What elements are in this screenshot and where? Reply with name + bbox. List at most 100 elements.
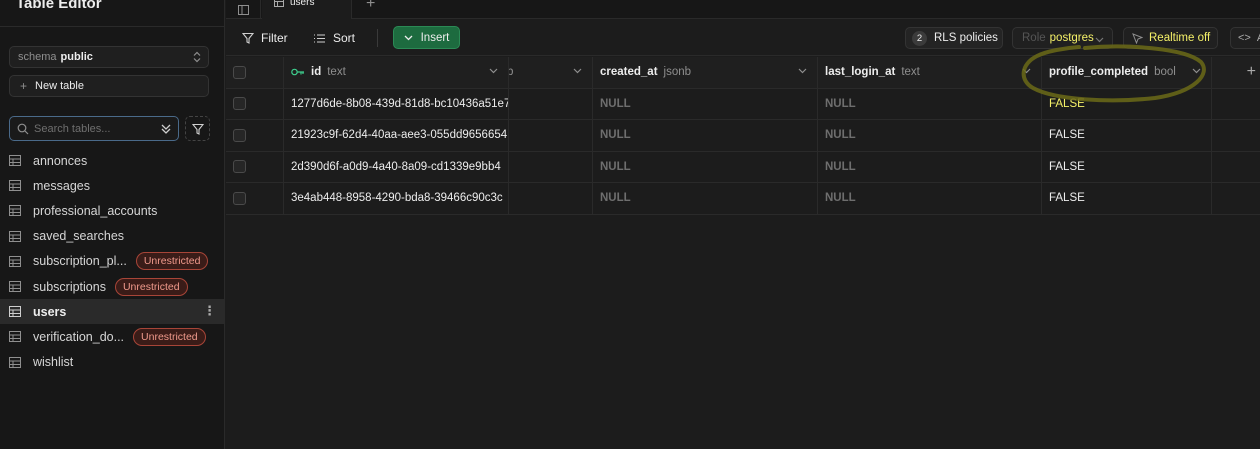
schema-select[interactable]: schema public <box>9 46 209 68</box>
plus-icon: + <box>20 79 28 93</box>
table-item-label: annonces <box>33 153 88 168</box>
cell-profile-completed[interactable]: FALSE <box>1042 183 1212 214</box>
empty-cell <box>1212 152 1260 183</box>
more-vertical-icon[interactable]: ⋮ <box>203 304 216 318</box>
cell-profile-completed[interactable]: FALSE <box>1042 120 1212 151</box>
row-checkbox[interactable] <box>233 160 246 174</box>
cell-id[interactable]: 1277d6de-8b08-439d-81d8-bc10436a51e7 <box>284 88 509 119</box>
table-row[interactable]: 21923c9f-62d4-40aa-aee3-055dd9656654 NUL… <box>226 120 1260 152</box>
column-type: text <box>901 66 920 79</box>
add-column-button[interactable]: + <box>1212 57 1260 88</box>
table-item-label: subscription_pl... <box>33 254 127 269</box>
plus-icon: + <box>1246 63 1256 81</box>
table-item-saved-searches[interactable]: saved_searches <box>0 224 225 249</box>
insert-button[interactable]: Insert <box>393 26 460 49</box>
table-item-label: subscriptions <box>33 279 106 294</box>
cell-created-at[interactable]: NULL <box>593 88 818 119</box>
table-row[interactable]: 2d390d6f-a0d9-4a40-8a09-cd1339e9bb4 NULL… <box>226 151 1260 183</box>
cell-last-login-at[interactable]: NULL <box>818 88 1042 119</box>
toolbar-divider <box>377 29 378 47</box>
chevron-down-icon[interactable] <box>573 68 582 74</box>
sort-label: Sort <box>333 31 356 45</box>
row-select-cell <box>226 151 284 182</box>
filter-icon <box>242 32 254 44</box>
tab-users[interactable]: users <box>262 0 352 19</box>
tab-users-label: users <box>290 0 315 8</box>
chevron-down-icon[interactable] <box>798 68 807 74</box>
table-item-verification-documents[interactable]: verification_do... Unrestricted <box>0 324 225 349</box>
code-icon: <> <box>1238 32 1251 44</box>
row-select-cell <box>226 88 284 119</box>
new-table-label: New table <box>35 80 84 92</box>
empty-cell <box>1212 183 1260 214</box>
column-type: b <box>509 66 513 78</box>
search-tables-input[interactable] <box>34 122 154 135</box>
cell-created-at[interactable]: NULL <box>593 151 818 182</box>
table-icon <box>9 230 21 242</box>
filter-button[interactable]: Filter <box>242 28 288 48</box>
column-header-hidden[interactable]: b <box>509 57 593 88</box>
cell-created-at[interactable]: NULL <box>593 183 818 214</box>
chevron-down-icon[interactable] <box>489 68 498 74</box>
cell-created-at[interactable]: NULL <box>593 120 818 151</box>
column-name: created_at <box>600 66 658 79</box>
table-item-users[interactable]: users ⋮ <box>0 299 225 325</box>
column-header-last-login-at[interactable]: last_login_at text <box>818 57 1042 88</box>
sort-button[interactable]: Sort <box>313 28 355 48</box>
highlight-annotation <box>1021 44 1206 103</box>
chevrons-down-icon[interactable] <box>160 122 172 136</box>
cell-hidden[interactable] <box>509 151 593 182</box>
table-item-label: users <box>33 304 67 319</box>
table-icon <box>9 255 21 267</box>
toggle-sidebar-button[interactable] <box>226 0 261 19</box>
tab-bar: users + <box>226 0 1260 19</box>
table-icon <box>9 280 21 292</box>
cell-profile-completed[interactable]: FALSE <box>1042 151 1212 182</box>
row-checkbox[interactable] <box>233 128 246 142</box>
table-item-subscription-plans[interactable]: subscription_pl... Unrestricted <box>0 249 225 274</box>
rls-policies-button[interactable]: 2 RLS policies <box>905 27 1003 49</box>
table-item-annonces[interactable]: annonces <box>0 148 225 173</box>
select-all-checkbox[interactable] <box>233 65 246 79</box>
cell-last-login-at[interactable]: NULL <box>818 183 1042 214</box>
table-row[interactable]: 3e4ab448-8958-4290-bda8-39466c90c3c NULL… <box>226 183 1260 215</box>
chevron-updown-icon <box>193 51 201 63</box>
api-button[interactable]: <> A <box>1230 27 1260 49</box>
cell-last-login-at[interactable]: NULL <box>818 120 1042 151</box>
table-icon <box>9 155 21 166</box>
cell-id[interactable]: 3e4ab448-8958-4290-bda8-39466c90c3c <box>284 183 509 214</box>
cell-hidden[interactable] <box>509 120 593 151</box>
cell-last-login-at[interactable]: NULL <box>818 151 1042 182</box>
sort-list-icon <box>314 33 325 43</box>
table-item-messages[interactable]: messages <box>0 173 225 198</box>
new-table-button[interactable]: + New table <box>9 75 209 97</box>
search-tables-box[interactable] <box>9 116 179 141</box>
cell-hidden[interactable] <box>509 183 593 214</box>
filter-icon <box>191 123 204 135</box>
table-item-wishlist[interactable]: wishlist <box>0 350 225 375</box>
rls-label: RLS policies <box>934 32 998 44</box>
table-icon <box>9 306 21 318</box>
cell-id[interactable]: 2d390d6f-a0d9-4a40-8a09-cd1339e9bb4 <box>284 151 509 182</box>
search-icon <box>17 123 29 135</box>
sidebar: Table Editor schema public + New table a… <box>0 0 225 449</box>
cell-hidden[interactable] <box>509 88 593 119</box>
divider <box>0 26 225 27</box>
unrestricted-badge: Unrestricted <box>114 277 188 296</box>
table-item-label: messages <box>33 178 90 193</box>
row-checkbox[interactable] <box>233 97 246 111</box>
table-icon <box>9 356 21 368</box>
column-header-created-at[interactable]: created_at jsonb <box>593 57 818 88</box>
unrestricted-badge: Unrestricted <box>133 327 206 346</box>
table-item-professional-accounts[interactable]: professional_accounts <box>0 198 225 223</box>
filter-tables-button[interactable] <box>185 116 210 141</box>
row-checkbox[interactable] <box>233 191 246 205</box>
table-item-label: wishlist <box>33 355 74 370</box>
add-tab-icon[interactable]: + <box>366 0 375 13</box>
cell-id[interactable]: 21923c9f-62d4-40aa-aee3-055dd9656654 <box>284 120 509 151</box>
row-select-cell <box>226 120 284 151</box>
primary-key-icon <box>291 68 304 76</box>
column-header-id[interactable]: id text <box>284 57 509 88</box>
table-item-subscriptions[interactable]: subscriptions Unrestricted <box>0 274 225 299</box>
column-name: id <box>311 66 322 79</box>
